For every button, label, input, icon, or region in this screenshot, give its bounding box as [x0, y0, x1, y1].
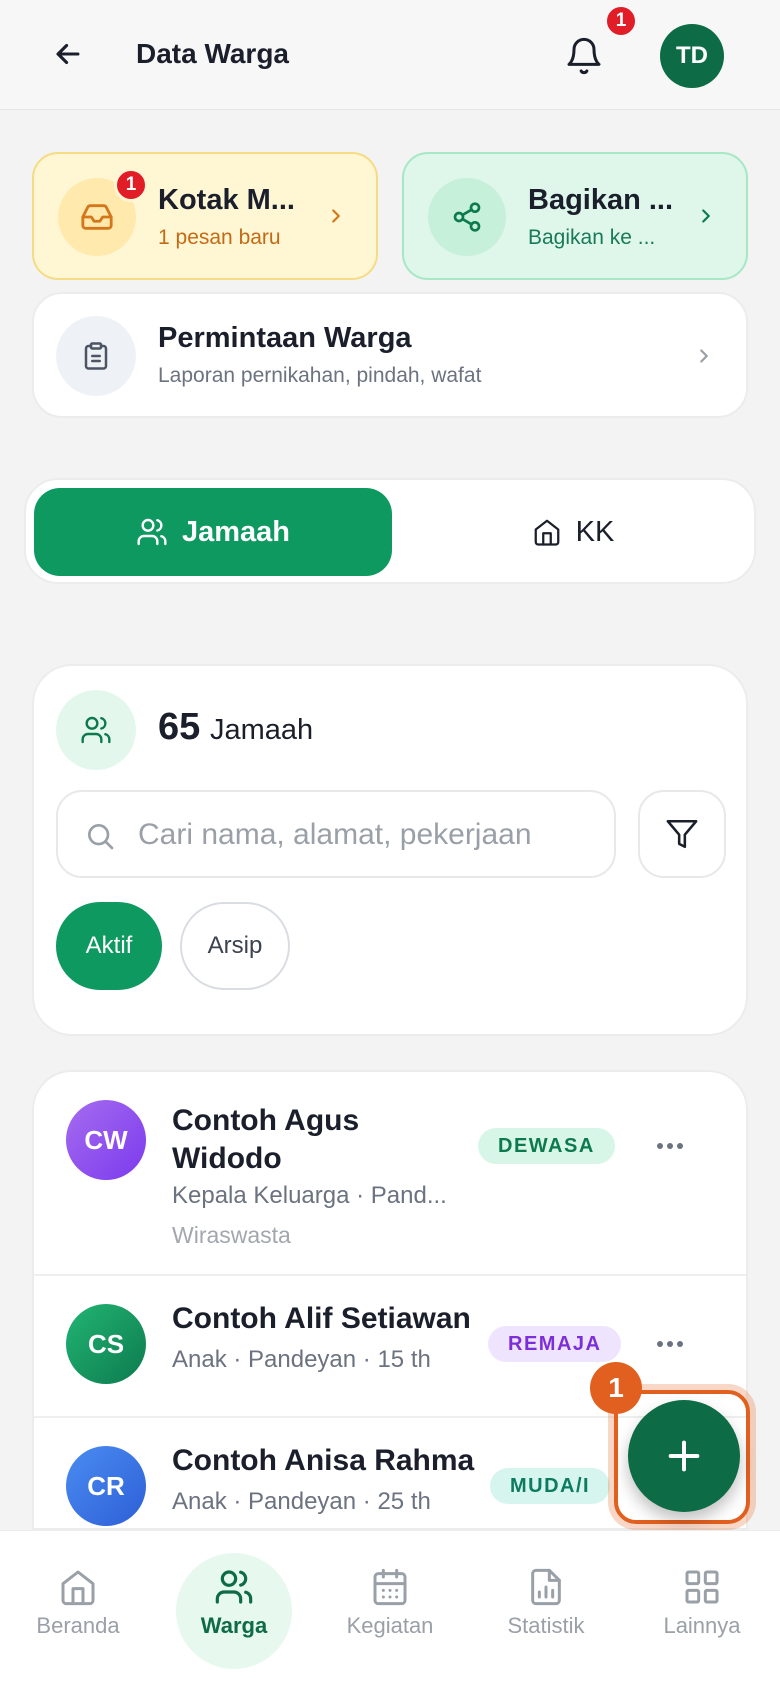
inbox-title: Kotak M...: [158, 184, 295, 216]
status-badge: MUDA/I: [490, 1468, 611, 1504]
nav-label: Statistik: [507, 1613, 585, 1638]
nav-item-lainnya[interactable]: Lainnya: [632, 1531, 772, 1681]
tab-kk-label: KK: [575, 515, 615, 548]
clipboard-icon-wrap: [56, 316, 136, 396]
back-button[interactable]: [46, 32, 90, 76]
member-meta: Kepala Keluarga · Pand...: [172, 1182, 447, 1209]
search-input[interactable]: [138, 808, 578, 862]
inbox-card[interactable]: 1 Kotak M... 1 pesan baru: [32, 152, 378, 280]
share-icon: [453, 202, 481, 232]
home-icon: [534, 519, 560, 546]
report-chart-icon: [531, 1568, 561, 1606]
share-subtitle: Bagikan ke ...: [528, 226, 656, 249]
tab-jamaah-label: Jamaah: [181, 515, 290, 548]
member-occupation: Wiraswasta: [172, 1222, 291, 1248]
member-name: Contoh Alif Setiawan: [172, 1302, 471, 1335]
share-title: Bagikan ...: [528, 184, 674, 216]
inbox-unread-badge: 1: [114, 168, 148, 202]
list-item[interactable]: CW Contoh Agus Widodo Kepala Keluarga · …: [34, 1072, 746, 1276]
clipboard-icon: [84, 342, 108, 370]
notification-badge: 1: [604, 4, 638, 38]
bottom-navigation: Beranda Warga Kegiatan Statistik Lainnya: [0, 1530, 780, 1688]
nav-label: Beranda: [36, 1613, 120, 1638]
member-name: Contoh Anisa Rahma: [172, 1444, 475, 1477]
tab-kk[interactable]: KK: [396, 488, 750, 576]
chevron-right-icon: [324, 204, 348, 228]
nav-item-home[interactable]: Beranda: [8, 1531, 148, 1681]
user-avatar[interactable]: TD: [660, 24, 724, 88]
filter-icon: [666, 819, 698, 849]
inbox-subtitle: 1 pesan baru: [158, 226, 281, 249]
tutorial-step-badge: 1: [590, 1362, 642, 1414]
member-summary-card: 65 Jamaah Aktif Arsip: [32, 664, 748, 1036]
users-icon: [81, 716, 111, 744]
avatar: CW: [66, 1100, 146, 1180]
share-card[interactable]: Bagikan ... Bagikan ke ...: [402, 152, 748, 280]
users-icon-wrap: [56, 690, 136, 770]
nav-label: Kegiatan: [346, 1613, 434, 1638]
chevron-right-icon: [694, 204, 718, 228]
page-title: Data Warga: [136, 38, 290, 69]
more-horizontal-icon: [657, 1341, 683, 1347]
add-member-button[interactable]: [628, 1400, 740, 1512]
nav-item-kegiatan[interactable]: Kegiatan: [320, 1531, 460, 1681]
status-badge: REMAJA: [488, 1326, 622, 1362]
member-meta: Anak · Pandeyan · 15 th: [172, 1346, 431, 1373]
more-horizontal-icon: [657, 1143, 683, 1149]
search-icon: [88, 824, 114, 850]
filter-button[interactable]: [638, 790, 726, 878]
citizen-request-card[interactable]: Permintaan Warga Laporan pernikahan, pin…: [32, 292, 748, 418]
avatar: CR: [66, 1446, 146, 1526]
chip-active[interactable]: Aktif: [56, 902, 162, 990]
member-meta: Anak · Pandeyan · 25 th: [172, 1488, 431, 1515]
more-options-button[interactable]: [646, 1128, 694, 1164]
calendar-icon: [373, 1568, 407, 1606]
avatar: CS: [66, 1304, 146, 1384]
search-box: [56, 790, 616, 878]
nav-item-statistik[interactable]: Statistik: [476, 1531, 616, 1681]
grid-icon: [685, 1570, 719, 1604]
arrow-left-icon: [56, 43, 80, 65]
users-icon: [215, 1570, 253, 1604]
inbox-icon: [81, 204, 113, 230]
bell-icon: [567, 37, 601, 75]
users-icon: [137, 518, 167, 546]
member-name: Contoh Agus Widodo: [172, 1104, 360, 1175]
tab-jamaah[interactable]: Jamaah: [34, 488, 392, 576]
home-icon: [61, 1570, 95, 1606]
nav-label: Lainnya: [663, 1613, 741, 1638]
chip-archive[interactable]: Arsip: [180, 902, 290, 990]
request-subtitle: Laporan pernikahan, pindah, wafat: [158, 364, 482, 387]
member-count: 65: [158, 706, 201, 748]
top-app-bar: Data Warga 1 TD: [0, 0, 780, 110]
nav-item-warga[interactable]: Warga: [164, 1531, 304, 1681]
more-options-button[interactable]: [646, 1326, 694, 1362]
request-title: Permintaan Warga: [158, 322, 412, 354]
plus-icon: [668, 1440, 700, 1472]
chevron-right-icon: [692, 344, 716, 368]
nav-label: Warga: [200, 1613, 268, 1638]
segment-tabs: Jamaah KK: [24, 478, 756, 584]
share-icon-wrap: [428, 178, 506, 256]
member-count-label: Jamaah: [210, 714, 314, 746]
status-badge: DEWASA: [478, 1128, 615, 1164]
notification-button[interactable]: [560, 32, 608, 80]
